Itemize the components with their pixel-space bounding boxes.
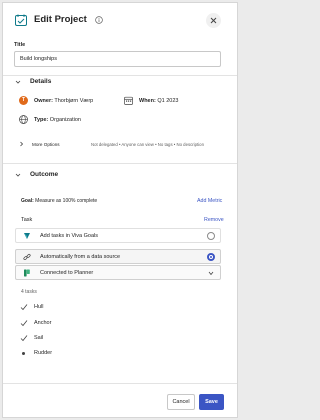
- chevron-right-icon[interactable]: [19, 141, 24, 147]
- calendar-icon: [124, 96, 133, 105]
- checkmark-icon: [20, 320, 28, 327]
- cancel-button[interactable]: Cancel: [167, 394, 195, 410]
- task-name: Hull: [34, 304, 44, 310]
- more-options-summary: Not delegated • Anyone can view • No tag…: [91, 142, 204, 147]
- close-button[interactable]: [206, 13, 221, 28]
- task-name: Anchor: [34, 320, 52, 326]
- option-viva-goals[interactable]: Add tasks in Viva Goals: [15, 228, 221, 243]
- globe-icon: [19, 115, 28, 124]
- goal-label: Goal:: [21, 198, 34, 204]
- task-item: Sail: [20, 334, 140, 342]
- chevron-down-icon: [208, 271, 214, 276]
- task-label: Task: [21, 217, 33, 223]
- info-icon[interactable]: [95, 16, 103, 24]
- link-icon: [23, 253, 31, 261]
- owner-avatar: T: [19, 96, 28, 105]
- more-options-toggle[interactable]: More Options: [32, 142, 60, 147]
- checkmark-icon: [20, 304, 28, 311]
- connection-dropdown[interactable]: Connected to Planner: [15, 265, 221, 280]
- add-metric-link[interactable]: Add Metric: [197, 198, 222, 204]
- project-icon: [15, 14, 27, 26]
- divider: [3, 75, 237, 76]
- remove-link[interactable]: Remove: [204, 217, 224, 223]
- goal-field: Goal: Measure as 100% complete: [21, 198, 97, 204]
- option-label: Add tasks in Viva Goals: [40, 233, 98, 239]
- tasks-count: 4 tasks: [21, 289, 37, 295]
- task-item: Anchor: [20, 319, 140, 327]
- type-value: Organization: [49, 117, 81, 123]
- task-name: Sail: [34, 335, 44, 341]
- title-label: Title: [14, 42, 26, 48]
- radio-button[interactable]: [207, 232, 215, 240]
- close-icon: [210, 17, 217, 24]
- chevron-down-icon[interactable]: [15, 79, 21, 85]
- bullet-icon: [22, 352, 25, 355]
- connection-label: Connected to Planner: [40, 270, 94, 276]
- panel-footer: Cancel Save: [3, 383, 237, 417]
- when-value: Q1 2023: [157, 98, 179, 104]
- owner-label: Owner:: [34, 98, 53, 104]
- owner-name: Thorbjørn Værp: [54, 98, 94, 104]
- panel-header: Edit Project: [3, 3, 237, 37]
- task-item: Rudder: [20, 349, 140, 357]
- outcome-heading: Outcome: [30, 171, 59, 178]
- divider: [3, 163, 237, 164]
- radio-button-selected[interactable]: [207, 253, 215, 261]
- goal-value: Measure as 100% complete: [35, 198, 98, 204]
- viva-goals-icon: [24, 233, 30, 239]
- task-name: Rudder: [34, 350, 53, 356]
- type-field[interactable]: Type: Organization: [34, 117, 81, 123]
- task-item: Hull: [20, 303, 140, 311]
- chevron-down-icon[interactable]: [15, 172, 21, 178]
- type-label: Type:: [34, 117, 49, 123]
- option-data-source[interactable]: Automatically from a data source: [15, 249, 221, 264]
- option-label: Automatically from a data source: [40, 254, 121, 260]
- edit-project-panel: Edit Project Title Details T Owner: Thor…: [2, 2, 238, 418]
- panel-title: Edit Project: [34, 14, 87, 25]
- when-label: When:: [139, 98, 156, 104]
- planner-icon: [24, 269, 30, 277]
- when-field[interactable]: When: Q1 2023: [139, 98, 178, 104]
- checkmark-icon: [20, 335, 28, 342]
- title-input[interactable]: [14, 51, 221, 67]
- details-heading: Details: [30, 78, 52, 85]
- save-button[interactable]: Save: [199, 394, 224, 410]
- owner-field[interactable]: Owner: Thorbjørn Værp: [34, 98, 93, 104]
